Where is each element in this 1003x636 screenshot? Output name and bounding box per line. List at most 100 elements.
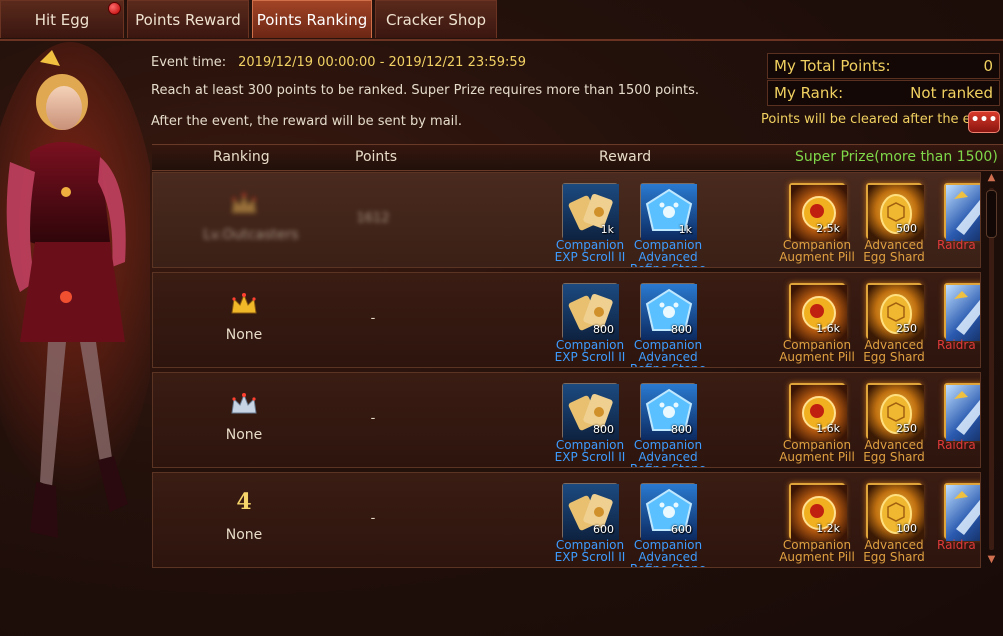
tab-cracker-shop[interactable]: Cracker Shop [375,0,497,38]
event-time: Event time: 2019/12/19 00:00:00 - 2019/12… [151,55,526,70]
advanced-egg-shard-slot[interactable]: 250 [866,283,924,341]
companion-refine-stone-name: Companion Advanced Refine Stone [630,438,706,467]
companion-augment-pill-slot[interactable]: 1.2k [789,483,847,541]
player-points: - [370,311,376,326]
more-button[interactable]: ••• [968,111,1000,133]
ranking-row: None - 800 Companion EXP Scroll II 800 Compan… [152,272,981,368]
companion-exp-scroll-slot[interactable]: 1k [562,183,619,240]
total-points-label: My Total Points: [774,57,891,75]
companion-augment-pill-slot[interactable]: 1.6k [789,383,847,441]
item-quantity: 250 [896,422,917,435]
character-portrait [0,42,150,538]
ranking-row: 4 None - 600 Companion EXP Scroll II 600 Compa… [152,472,981,568]
player-name: Lv.Outcasters [203,227,299,243]
mail-note-text: After the event, the reward will be sent… [151,114,463,129]
tab-label: Cracker Shop [385,10,487,29]
companion-augment-pill-name: Companion Augment Pill [779,438,855,464]
col-points: Points [355,149,398,165]
companion-exp-scroll-slot[interactable]: 800 [562,383,619,440]
tab-points-reward[interactable]: Points Reward [127,0,249,38]
item-quantity: 800 [671,323,692,336]
player-name: None [225,527,263,543]
total-points-value: 0 [983,57,993,75]
col-reward: Reward [599,149,652,165]
tab-points-ranking[interactable]: Points Ranking [252,0,372,38]
player-name: None [225,427,263,443]
item-quantity: 2.5k [816,222,840,235]
tab-label: Hit Egg [34,10,90,29]
raidra-shard-name: Raidra Shar [937,238,980,252]
companion-refine-stone-name: Companion Advanced Refine Stone [630,538,706,567]
item-quantity: 1k [600,223,614,236]
companion-refine-stone-slot[interactable]: 800 [640,383,697,440]
ranking-row: None - 800 Companion EXP Scroll II 800 Compan… [152,372,981,468]
companion-exp-scroll-name: Companion EXP Scroll II [554,438,626,464]
my-rank-box: My Rank: Not ranked [767,80,1000,106]
my-rank-value: Not ranked [910,84,993,102]
col-super-prize: Super Prize(more than 1500) [795,149,998,165]
item-quantity: 100 [896,522,917,535]
item-quantity: 800 [593,423,614,436]
companion-exp-scroll-name: Companion EXP Scroll II [554,338,626,364]
item-quantity: 600 [671,523,692,536]
player-points: 1612 [356,211,390,226]
raidra-shard-slot[interactable]: 10 [944,383,980,441]
scroll-thumb[interactable] [986,190,997,238]
raidra-shard-name: Raidra Shar [937,538,980,552]
table-scrollbar[interactable]: ▲ ▼ [983,172,1000,568]
item-quantity: 500 [896,222,917,235]
companion-refine-stone-name: Companion Advanced Refine Stone [630,338,706,367]
advanced-egg-shard-slot[interactable]: 500 [866,183,924,241]
companion-exp-scroll-name: Companion EXP Scroll II [554,538,626,564]
raidra-shard-slot[interactable]: 2 [944,183,980,241]
points-cleared-notice: Points will be cleared after the e [761,112,971,127]
companion-augment-pill-slot[interactable]: 1.6k [789,283,847,341]
companion-augment-pill-slot[interactable]: 2.5k [789,183,847,241]
total-points-box: My Total Points: 0 [767,53,1000,79]
item-quantity: 600 [593,523,614,536]
rank-number: 4 [236,489,252,515]
tab-divider [0,39,1003,41]
raidra-shard-slot[interactable]: 10 [944,283,980,341]
companion-refine-stone-slot[interactable]: 600 [640,483,697,540]
player-points: - [370,511,376,526]
tab-label: Points Reward [135,10,241,29]
advanced-egg-shard-name: Advanced Egg Shard [863,338,925,364]
companion-augment-pill-name: Companion Augment Pill [779,538,855,564]
scroll-down-icon[interactable]: ▼ [986,554,997,565]
event-time-label: Event time: [151,55,227,70]
gold-crown-icon [229,291,259,317]
advanced-egg-shard-slot[interactable]: 100 [866,483,924,541]
companion-exp-scroll-name: Companion EXP Scroll II [554,238,626,264]
companion-refine-stone-slot[interactable]: 800 [640,283,697,340]
companion-augment-pill-name: Companion Augment Pill [779,338,855,364]
ranking-table-header: Ranking Points Reward Super Prize(more t… [152,144,1003,171]
item-quantity: 1.6k [816,422,840,435]
col-ranking: Ranking [213,149,270,165]
item-quantity: 1.2k [816,522,840,535]
notification-dot-icon [108,2,121,15]
advanced-egg-shard-slot[interactable]: 250 [866,383,924,441]
item-quantity: 1k [678,223,692,236]
companion-exp-scroll-slot[interactable]: 600 [562,483,619,540]
scroll-up-icon[interactable]: ▲ [986,172,997,183]
player-name: None [225,327,263,343]
companion-refine-stone-slot[interactable]: 1k [640,183,697,240]
advanced-egg-shard-name: Advanced Egg Shard [863,238,925,264]
player-points: - [370,411,376,426]
raidra-shard-name: Raidra Shar [937,438,980,452]
raidra-shard-slot[interactable]: 4 [944,483,980,541]
tab-hit-egg[interactable]: Hit Egg [0,0,124,38]
tab-label: Points Ranking [256,10,368,29]
item-quantity: 800 [671,423,692,436]
item-quantity: 800 [593,323,614,336]
crown-icon [229,191,259,217]
companion-augment-pill-name: Companion Augment Pill [779,238,855,264]
my-rank-label: My Rank: [774,84,844,102]
companion-exp-scroll-slot[interactable]: 800 [562,283,619,340]
scroll-track[interactable] [989,188,994,550]
companion-refine-stone-name: Companion Advanced Refine Stone [630,238,706,267]
raidra-shard-name: Raidra Shar [937,338,980,352]
event-time-value: 2019/12/19 00:00:00 - 2019/12/21 23:59:5… [238,55,526,70]
advanced-egg-shard-name: Advanced Egg Shard [863,438,925,464]
